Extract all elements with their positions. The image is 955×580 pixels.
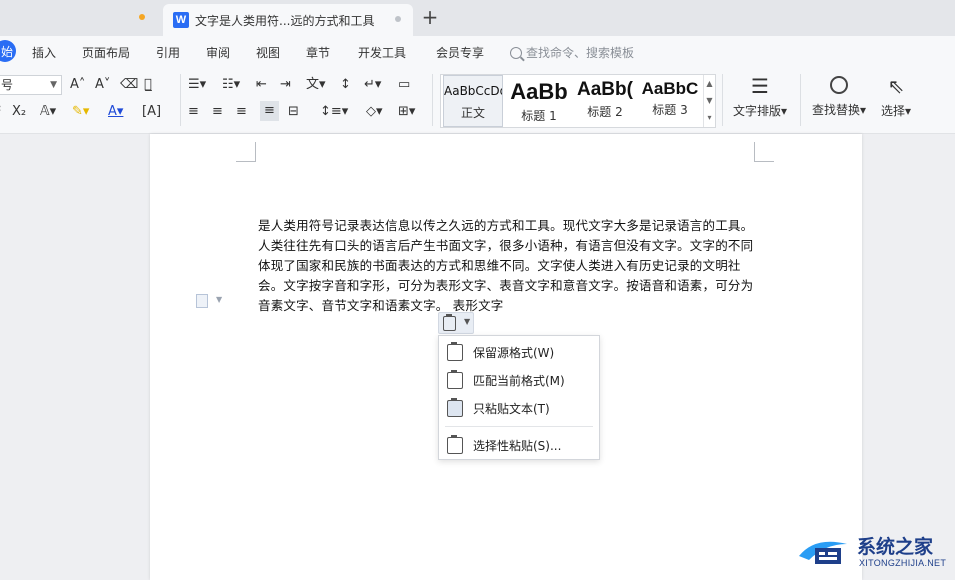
menu-separator (445, 426, 593, 427)
align-center-icon[interactable]: ≡ (212, 103, 223, 121)
bullets-icon[interactable]: ☰▾ (188, 76, 206, 94)
text-layout-button[interactable]: ☰ 文字排版▾ (730, 74, 790, 119)
phonetic-icon[interactable]: 字̲ (144, 76, 152, 94)
align-right-icon[interactable]: ≡ (236, 103, 247, 121)
paste-text-only-icon (447, 397, 463, 417)
style-gallery-scroll[interactable]: ▲ ▼ ▾ (703, 75, 715, 127)
document-tab[interactable]: W 文字是人类用符...远的方式和工具 (163, 4, 413, 36)
tab-close-icon[interactable] (395, 16, 401, 22)
select-button[interactable]: ⇖ 选择▾ (876, 74, 916, 119)
chinese-layout-icon[interactable]: 文▾ (306, 76, 326, 94)
paragraph-mark-icon[interactable]: ↵▾ (364, 76, 381, 94)
chevron-down-icon[interactable]: ▼ (216, 295, 222, 304)
menu-page-layout[interactable]: 页面布局 (82, 44, 130, 61)
search-icon (510, 46, 522, 59)
ribbon: 号 ▼ A˄ A˅ ⌫ 字̲ ² X₂ 𝔸▾ ✎▾ A▾ [A] ☰▾ ☷▾ ⇤… (0, 68, 955, 134)
text-effect-icon[interactable]: 𝔸▾ (40, 103, 56, 121)
cursor-icon: ⇖ (887, 74, 905, 98)
style-heading-1[interactable]: AaBb 标题 1 (507, 75, 571, 127)
shading-icon[interactable]: ◇▾ (366, 103, 383, 121)
paste-options-button[interactable]: ▼ (438, 312, 474, 334)
text-layout-icon: ☰ (751, 74, 769, 98)
paste-options-menu: 保留源格式(W) 匹配当前格式(M) 只粘贴文本(T) 选择性粘贴(S)... (438, 335, 600, 460)
ribbon-separator (180, 74, 181, 126)
find-replace-button[interactable]: 查找替换▾ (808, 74, 870, 118)
paragraph-layout-icon[interactable] (196, 294, 208, 308)
menu-references[interactable]: 引用 (156, 44, 180, 61)
indent-icon[interactable]: ⇥ (280, 76, 291, 94)
watermark-url: XITONGZHIJIA.NET (859, 558, 947, 568)
document-body-text[interactable]: 是人类用符号记录表达信息以传之久远的方式和工具。现代文字大多是记录语言的工具。人… (258, 216, 758, 316)
numbering-icon[interactable]: ☷▾ (222, 76, 240, 94)
document-tab-title: 文字是人类用符...远的方式和工具 (195, 13, 375, 28)
style-heading-2[interactable]: AaBb( 标题 2 (573, 75, 637, 127)
menu-insert[interactable]: 插入 (32, 44, 56, 61)
ruler-icon[interactable]: ▭ (398, 76, 410, 94)
paste-special-icon (447, 434, 463, 454)
menu-bar: 插入 页面布局 引用 审阅 视图 章节 开发工具 会员专享 查找命令、搜索模板 (0, 36, 955, 68)
command-search-placeholder: 查找命令、搜索模板 (526, 46, 635, 60)
watermark-logo-icon (799, 541, 847, 564)
decrease-font-icon[interactable]: A˅ (95, 76, 110, 94)
chevron-down-icon: ▼ (50, 80, 57, 90)
paste-text-only[interactable]: 只粘贴文本(T) (439, 395, 599, 421)
outdent-icon[interactable]: ⇤ (256, 76, 267, 94)
style-gallery: AaBbCcDd 正文 AaBb 标题 1 AaBb( 标题 2 AaBbC 标… (440, 74, 716, 128)
menu-view[interactable]: 视图 (256, 44, 280, 61)
border-icon[interactable]: ⊞▾ (398, 103, 415, 121)
paste-keep-format-icon (447, 341, 463, 361)
sort-icon[interactable]: ↕ (340, 76, 351, 94)
wps-writer-icon: W (173, 12, 189, 28)
title-bar: W 文字是人类用符...远的方式和工具 + (0, 0, 955, 36)
menu-review[interactable]: 审阅 (206, 44, 230, 61)
font-color-icon[interactable]: A▾ (108, 103, 123, 121)
style-heading-3[interactable]: AaBbC 标题 3 (637, 75, 703, 127)
distribute-icon[interactable]: ⊟ (288, 103, 299, 121)
paste-keep-source-format[interactable]: 保留源格式(W) (439, 339, 599, 365)
ribbon-separator (800, 74, 801, 126)
align-left-icon[interactable]: ≡ (188, 103, 199, 121)
subscript-icon[interactable]: X₂ (12, 103, 26, 121)
chevron-down-icon: ▼ (464, 317, 471, 326)
superscript-icon[interactable]: ² (0, 103, 1, 121)
paste-match-format[interactable]: 匹配当前格式(M) (439, 367, 599, 393)
menu-section[interactable]: 章节 (306, 44, 330, 61)
crop-mark-top-right (754, 142, 774, 162)
new-tab-button[interactable]: + (420, 6, 440, 28)
find-icon (830, 76, 848, 94)
unsaved-dot-icon (139, 14, 145, 20)
ribbon-separator (432, 74, 433, 126)
clipboard-icon (443, 314, 456, 331)
watermark-title: 系统之家 (857, 536, 934, 558)
menu-member[interactable]: 会员专享 (436, 44, 484, 61)
ribbon-separator (722, 74, 723, 126)
style-normal[interactable]: AaBbCcDd 正文 (443, 75, 503, 127)
crop-mark-top-left (236, 142, 256, 162)
font-size-select[interactable]: 号 ▼ (0, 75, 62, 95)
justify-icon[interactable]: ≡ (260, 101, 279, 121)
menu-developer[interactable]: 开发工具 (358, 44, 406, 61)
paste-match-format-icon (447, 369, 463, 389)
char-border-icon[interactable]: [A] (142, 103, 161, 121)
site-watermark: 系统之家 XITONGZHIJIA.NET (795, 528, 955, 580)
document-page[interactable]: ▼ 是人类用符号记录表达信息以传之久远的方式和工具。现代文字大多是记录语言的工具… (150, 134, 862, 580)
increase-font-icon[interactable]: A˄ (70, 76, 85, 94)
line-spacing-icon[interactable]: ↕≡▾ (320, 103, 348, 121)
paste-special[interactable]: 选择性粘贴(S)... (439, 432, 599, 458)
command-search[interactable]: 查找命令、搜索模板 (510, 44, 634, 61)
highlight-icon[interactable]: ✎▾ (72, 103, 89, 121)
clear-format-icon[interactable]: ⌫ (120, 76, 138, 94)
